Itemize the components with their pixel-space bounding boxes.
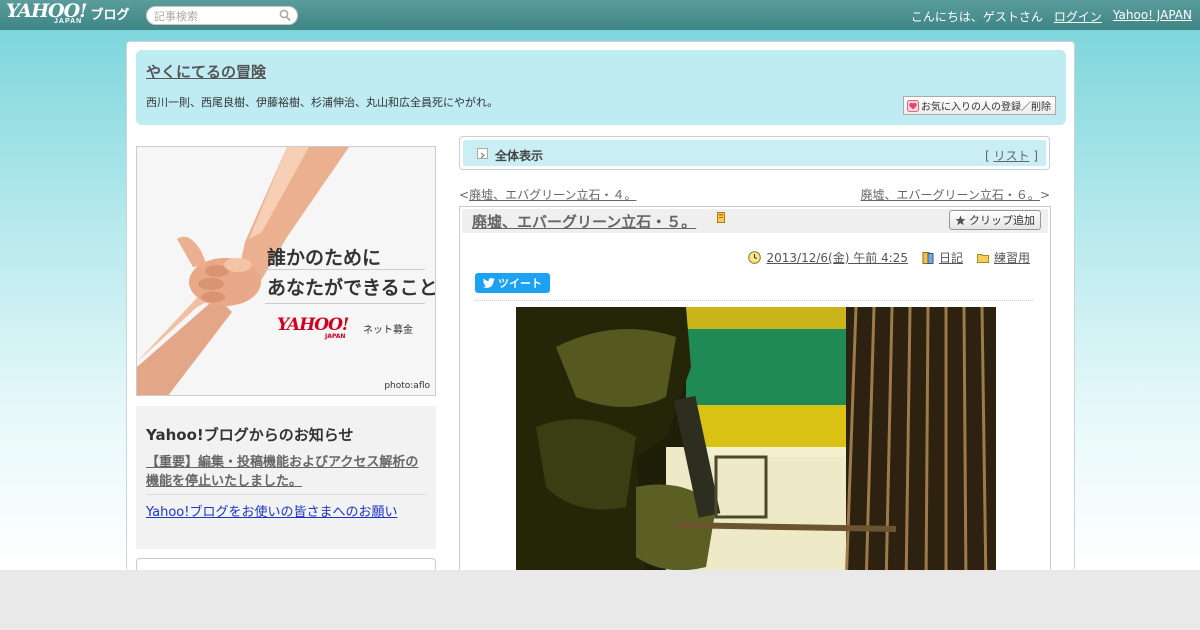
tweet-button[interactable]: ツイート [475,273,550,293]
notice-title: Yahoo!ブログからのお知らせ [146,426,354,444]
book-category-icon [922,251,934,264]
list-link-group: [ リスト ] [985,147,1038,164]
article-title[interactable]: 廃墟、エバーグリーン立石・５。 [472,211,696,232]
chevron-right-icon[interactable] [477,148,488,159]
prev-arrow: < [459,188,470,202]
tweet-label: ツイート [498,277,542,290]
notice-request-link[interactable]: Yahoo!ブログをお使いの皆さまへのお願い [146,501,397,520]
view-all-label[interactable]: 全体表示 [495,147,543,164]
notice-box: Yahoo!ブログからのお知らせ 【重要】編集・投稿機能およびアクセス解析の機能… [136,406,436,549]
favorite-register-button[interactable]: お気に入りの人の登録／削除 [903,96,1056,115]
ad-yahoo-logo-sub: JAPAN [325,333,346,340]
ad-yahoo-logo: YAHOO! [277,315,349,335]
chevron-glyph [480,152,485,159]
view-all-bar-inner: 全体表示 [ リスト ] [463,140,1046,166]
handshake-illustration [137,147,349,395]
folder-icon [976,253,989,263]
book-icon [717,212,725,223]
notice-divider [146,494,426,495]
prev-article-nav: <廃墟、エバグリーン立石・４。 [459,186,636,203]
top-bar: YAHOO! ブログ JAPAN こんにちは、ゲストさん ログイン Yahoo!… [0,0,1200,30]
twitter-bird-icon [483,278,495,288]
greeting-text: こんにちは、ゲストさん [910,10,1043,24]
article-meta: 2013/12/6(金) 午前 4:25 日記 練習用 [748,249,1030,266]
article-divider [475,300,1033,301]
search-box [146,6,298,25]
article-date: 2013/12/6(金) 午前 4:25 [748,249,908,266]
clip-add-button[interactable]: クリップ追加 [949,210,1041,230]
next-article-nav: 廃墟、エバーグリーン立石・６。> [861,186,1050,203]
clock-icon [748,251,762,264]
article-folder: 練習用 [976,249,1030,266]
yahoo-japan-link[interactable]: Yahoo! JAPAN [1113,8,1192,25]
footer-band [0,570,1200,630]
article: 廃墟、エバーグリーン立石・５。 クリップ追加 2013/12/6(金) 午前 4… [459,206,1051,570]
view-all-bar: 全体表示 [ リスト ] [459,136,1050,170]
login-link[interactable]: ログイン [1054,8,1102,25]
next-article-link[interactable]: 廃墟、エバーグリーン立石・６。 [861,188,1040,202]
article-category-link[interactable]: 日記 [939,249,963,266]
sidebar-box [136,558,436,570]
ad-headline-2: あなたができること [267,277,436,299]
article-category: 日記 [922,249,963,266]
logo-sub-text: JAPAN [54,18,83,25]
heart-icon [907,99,919,112]
article-folder-link[interactable]: 練習用 [994,249,1030,266]
yahoo-blog-logo[interactable]: YAHOO! ブログ JAPAN [6,2,130,28]
blog-header: やくにてるの冒険 西川一則、西尾良樹、伊藤裕樹、杉浦伸治、丸山和広全員死にやがれ… [136,50,1066,125]
article-date-link[interactable]: 2013/12/6(金) 午前 4:25 [766,249,907,266]
list-link[interactable]: リスト [993,149,1029,163]
prev-article-link[interactable]: 廃墟、エバグリーン立石・４。 [469,188,636,202]
blog-title[interactable]: やくにてるの冒険 [146,61,266,82]
blog-description: 西川一則、西尾良樹、伊藤裕樹、杉浦伸治、丸山和広全員死にやがれ。 [146,96,499,109]
article-header: 廃墟、エバーグリーン立石・５。 クリップ追加 [462,209,1048,233]
list-bracket-close: ] [1033,149,1038,163]
notice-important-link[interactable]: 【重要】編集・投稿機能およびアクセス解析の機能を停止いたしました。 [146,453,428,491]
search-input[interactable] [154,9,272,23]
next-arrow: > [1039,188,1050,202]
favorite-register-label: お気に入りの人の登録／削除 [921,102,1051,113]
clip-add-label: クリップ追加 [969,214,1035,227]
net-donation-ad-banner[interactable]: 誰かのために あなたができること YAHOO! JAPAN ネット募金 phot… [136,146,436,396]
ad-headline-1: 誰かのために [267,247,382,269]
logo-blog-text: ブログ [90,8,130,23]
blog-container: やくにてるの冒険 西川一則、西尾良樹、伊藤裕樹、杉浦伸治、丸山和広全員死にやがれ… [126,41,1075,570]
list-bracket-open: [ [984,149,990,163]
ad-divider [265,303,425,304]
ad-photo-credit: photo:aflo [384,381,430,391]
search-icon[interactable] [279,9,291,22]
top-nav: こんにちは、ゲストさん ログイン Yahoo! JAPAN [911,8,1192,25]
article-photo[interactable] [516,307,996,570]
star-icon [955,215,966,225]
abandoned-building-photo [516,307,996,570]
ad-service-name: ネット募金 [363,325,413,336]
